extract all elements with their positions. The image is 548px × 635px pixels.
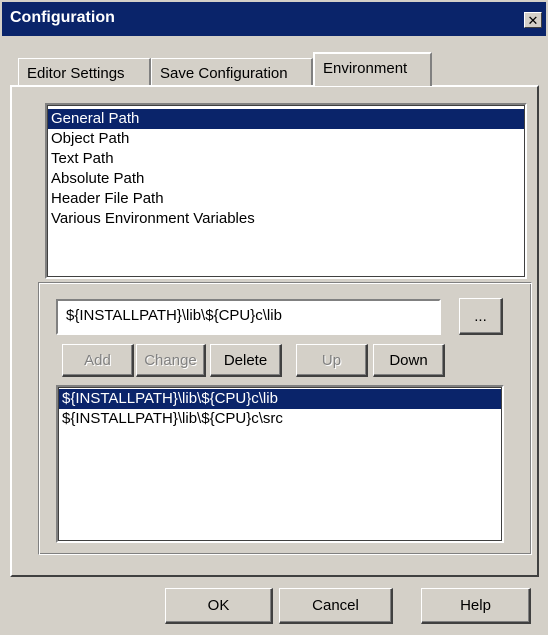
tab-save-configuration[interactable]: Save Configuration — [151, 58, 313, 86]
path-category-item[interactable]: Header File Path — [47, 189, 525, 209]
tab-label: Editor Settings — [27, 65, 125, 82]
tab-editor-settings[interactable]: Editor Settings — [18, 58, 151, 86]
browse-button[interactable]: ... — [459, 298, 503, 335]
path-category-list[interactable]: General Path Object Path Text Path Absolute… — [45, 103, 527, 279]
path-list[interactable]: ${INSTALLPATH}\lib\${CPU}c\lib ${INSTALLP… — [56, 385, 504, 543]
window-title: Configuration — [10, 9, 115, 26]
path-category-item[interactable]: Various Environment Variables — [47, 209, 525, 229]
path-input[interactable]: ${INSTALLPATH}\lib\${CPU}c\lib — [56, 299, 441, 335]
path-category-item[interactable]: Object Path — [47, 129, 525, 149]
tab-environment[interactable]: Environment — [313, 52, 432, 86]
path-list-item[interactable]: ${INSTALLPATH}\lib\${CPU}c\src — [58, 409, 502, 429]
help-button[interactable]: Help — [421, 588, 531, 624]
title-bar: Configuration ✕ — [2, 2, 546, 36]
environment-tab-panel: General Path Object Path Text Path Absolute… — [10, 85, 539, 577]
tab-label: Save Configuration — [160, 65, 288, 82]
delete-button[interactable]: Delete — [210, 344, 282, 377]
change-button[interactable]: Change — [136, 344, 206, 377]
close-icon: ✕ — [527, 13, 539, 28]
up-button[interactable]: Up — [296, 344, 368, 377]
cancel-button[interactable]: Cancel — [279, 588, 393, 624]
path-category-item[interactable]: Absolute Path — [47, 169, 525, 189]
path-list-item[interactable]: ${INSTALLPATH}\lib\${CPU}c\lib — [58, 389, 502, 409]
path-editor-group: ${INSTALLPATH}\lib\${CPU}c\lib ... Add C… — [38, 282, 532, 555]
configuration-dialog: Configuration ✕ Editor Settings Save Con… — [0, 0, 548, 635]
add-button[interactable]: Add — [62, 344, 134, 377]
down-button[interactable]: Down — [373, 344, 445, 377]
close-button[interactable]: ✕ — [524, 12, 542, 28]
ok-button[interactable]: OK — [165, 588, 273, 624]
path-category-item[interactable]: General Path — [47, 109, 525, 129]
tab-label: Environment — [323, 60, 408, 77]
path-category-item[interactable]: Text Path — [47, 149, 525, 169]
